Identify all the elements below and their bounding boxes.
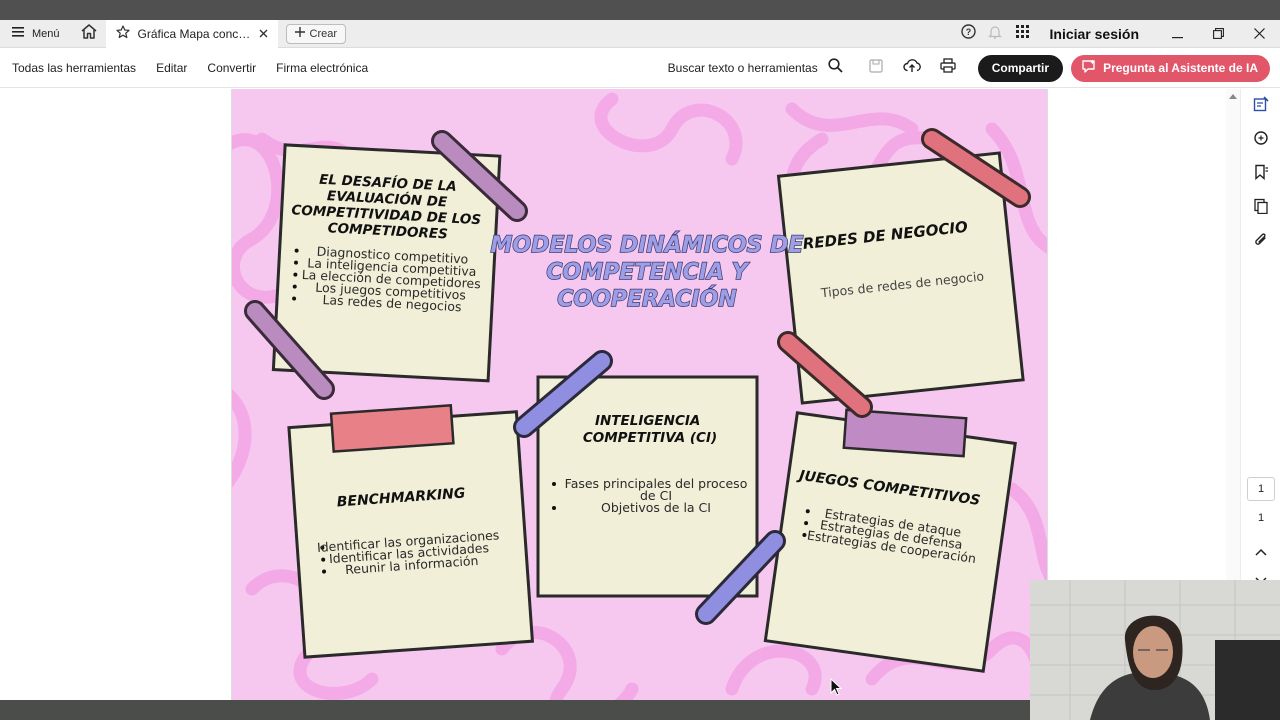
webcam-person-image [1030, 580, 1280, 720]
help-icon: ? [960, 24, 976, 44]
bookmark-icon [1253, 164, 1269, 185]
home-icon [81, 23, 97, 44]
pages-icon [1253, 198, 1269, 219]
upload-button[interactable] [894, 48, 930, 88]
outer-top-strip [0, 0, 1280, 20]
restore-button[interactable] [1198, 20, 1239, 48]
rail-comment-button[interactable] [1241, 123, 1280, 157]
title-line-2: COMPETENCIA Y [546, 260, 749, 285]
close-window-button[interactable] [1239, 20, 1280, 48]
svg-text:INTELIGENCIA COMPE: INTELIGENCIA COMPETITIVA (CI) [583, 413, 717, 446]
rail-pages-button[interactable] [1241, 191, 1280, 225]
close-icon [1254, 26, 1265, 42]
menu-label: Menú [32, 27, 60, 40]
minimize-button[interactable] [1157, 20, 1198, 48]
ai-assistant-label: Pregunta al Asistente de IA [1103, 61, 1258, 75]
hamburger-icon [12, 27, 24, 40]
title-line-3: COOPERACIÓN [557, 286, 736, 312]
print-button[interactable] [930, 48, 966, 88]
rail-bookmark-button[interactable] [1241, 157, 1280, 191]
restore-icon [1213, 26, 1224, 42]
svg-text:Diagnostico competitivo: Diagnostico competitivo La inteligencia … [300, 243, 486, 315]
chevron-up-icon [1255, 543, 1267, 561]
signin-button[interactable]: Iniciar sesión [1036, 26, 1157, 42]
title-bar: Menú Gráfica Mapa concept... Crear [0, 19, 1280, 48]
convert-link[interactable]: Convertir [197, 61, 266, 75]
bell-icon [988, 24, 1002, 44]
note-benchmarking: BENCHMARKING Identificar las organizacio… [287, 403, 535, 659]
ai-assistant-icon [1081, 59, 1097, 77]
all-tools-link[interactable]: Todas las herramientas [0, 61, 146, 75]
rail-edit-button[interactable] [1241, 89, 1280, 123]
mouse-cursor [830, 677, 843, 701]
title-line-1: MODELOS DINÁMICOS DE [491, 232, 804, 258]
menu-button[interactable]: Menú [0, 20, 72, 48]
intel-heading-line-2: COMPETITIVA (CI) [583, 430, 717, 446]
main-toolbar: Todas las herramientas Editar Convertir … [0, 48, 1280, 88]
note-challenge: EL DESAFÍO DE LA EVALUACIÓN DE COMPETITI… [271, 143, 502, 383]
pdf-page: EL DESAFÍO DE LA EVALUACIÓN DE COMPETITI… [231, 89, 1048, 700]
star-icon[interactable] [115, 25, 130, 42]
home-button[interactable] [72, 20, 106, 48]
diagram-title: MODELOS DINÁMICOS DE COMPETENCIA Y COOPE… [490, 231, 804, 312]
tab-title: Gráfica Mapa concept... [137, 26, 251, 41]
total-pages: 1 [1257, 512, 1265, 524]
ai-assistant-button[interactable]: Pregunta al Asistente de IA [1071, 54, 1270, 82]
share-button[interactable]: Compartir [977, 54, 1064, 82]
document-tab[interactable]: Gráfica Mapa concept... [105, 19, 278, 48]
search-button[interactable] [824, 48, 848, 88]
edit-pdf-icon [1253, 95, 1269, 117]
current-page-input[interactable]: 1 [1247, 477, 1275, 501]
intel-heading-line-1: INTELIGENCIA [595, 413, 700, 429]
concept-map-graphic: EL DESAFÍO DE LA EVALUACIÓN DE COMPETITI… [232, 92, 1047, 700]
rail-attachment-button[interactable] [1241, 225, 1280, 259]
edit-link[interactable]: Editar [146, 61, 197, 75]
cloud-upload-icon [903, 58, 921, 78]
create-button[interactable]: Crear [285, 23, 347, 44]
save-button[interactable] [858, 48, 894, 88]
paperclip-icon [1253, 232, 1269, 253]
help-button[interactable]: ? [955, 20, 982, 48]
notifications-button[interactable] [982, 20, 1009, 48]
close-tab-icon[interactable] [259, 27, 268, 41]
e-sign-link[interactable]: Firma electrónica [266, 61, 378, 75]
apps-button[interactable] [1009, 20, 1036, 48]
titlebar-right: ? Iniciar sesión [955, 20, 1280, 48]
printer-icon [940, 58, 956, 78]
create-label: Crear [309, 27, 338, 40]
save-icon [869, 58, 883, 78]
toolbar-right: Buscar texto o herramientas Compartir Pr… [668, 48, 1270, 88]
webcam-overlay [1030, 580, 1280, 720]
scroll-up-icon[interactable] [1226, 90, 1240, 102]
note-intelligence: INTELIGENCIA COMPETITIVA (CI) Fases prin… [536, 375, 759, 598]
intel-item: Objetivos de la CI [601, 500, 711, 515]
search-tools-label[interactable]: Buscar texto o herramientas [668, 61, 818, 75]
minimize-icon [1172, 26, 1183, 42]
apps-grid-icon [1015, 25, 1029, 43]
comment-icon [1253, 130, 1269, 151]
search-icon [828, 58, 843, 78]
plus-icon [294, 27, 305, 40]
svg-text:?: ? [965, 27, 971, 37]
